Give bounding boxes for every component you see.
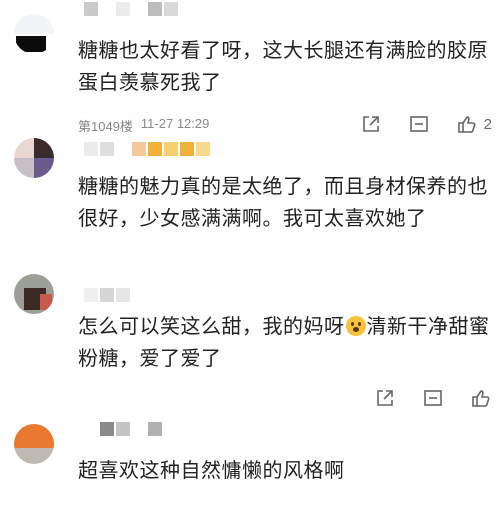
comment-icon[interactable] bbox=[422, 388, 444, 408]
avatar[interactable] bbox=[14, 138, 54, 178]
share-icon[interactable] bbox=[360, 114, 382, 134]
thumbs-up-icon[interactable] bbox=[470, 388, 492, 408]
comment-meta: 第1049楼 11-27 12:29 bbox=[78, 116, 209, 135]
username-mosaic[interactable] bbox=[84, 142, 212, 158]
avatar[interactable] bbox=[14, 424, 54, 464]
comment-text: 超喜欢这种自然慵懒的风格啊 bbox=[78, 458, 345, 482]
share-icon[interactable] bbox=[374, 388, 396, 408]
comment-text: 糖糖的魅力真的是太绝了，而且身材保养的也很好，少女感满满啊。我可太喜欢她了 bbox=[78, 174, 488, 230]
thumbs-up-icon[interactable] bbox=[456, 114, 478, 134]
like-count: 2 bbox=[483, 115, 492, 133]
like-button[interactable]: 2 bbox=[456, 114, 492, 134]
scared-face-emoji bbox=[345, 316, 366, 336]
comment-actions bbox=[374, 388, 492, 408]
avatar[interactable] bbox=[14, 14, 54, 54]
username-mosaic[interactable] bbox=[84, 288, 132, 304]
comment-actions: 2 bbox=[360, 114, 492, 134]
username-mosaic[interactable] bbox=[84, 422, 164, 438]
username-mosaic[interactable] bbox=[84, 2, 180, 18]
comment-time: 11-27 12:29 bbox=[140, 116, 210, 131]
floor-number: 第1049楼 bbox=[78, 119, 133, 134]
avatar[interactable] bbox=[14, 274, 54, 314]
comment-icon[interactable] bbox=[408, 114, 430, 134]
comment-text: 糖糖也太好看了呀，这大长腿还有满脸的胶原蛋白羡慕死我了 bbox=[78, 38, 488, 94]
comment-text-part: 怎么可以笑这么甜，我的妈呀 bbox=[78, 314, 345, 338]
comment-text: 怎么可以笑这么甜，我的妈呀 清新干净甜蜜粉糖，爱了爱了 bbox=[78, 310, 498, 374]
comment-list: 糖糖也太好看了呀，这大长腿还有满脸的胶原蛋白羡慕死我了 第1049楼 11-27… bbox=[0, 0, 504, 524]
